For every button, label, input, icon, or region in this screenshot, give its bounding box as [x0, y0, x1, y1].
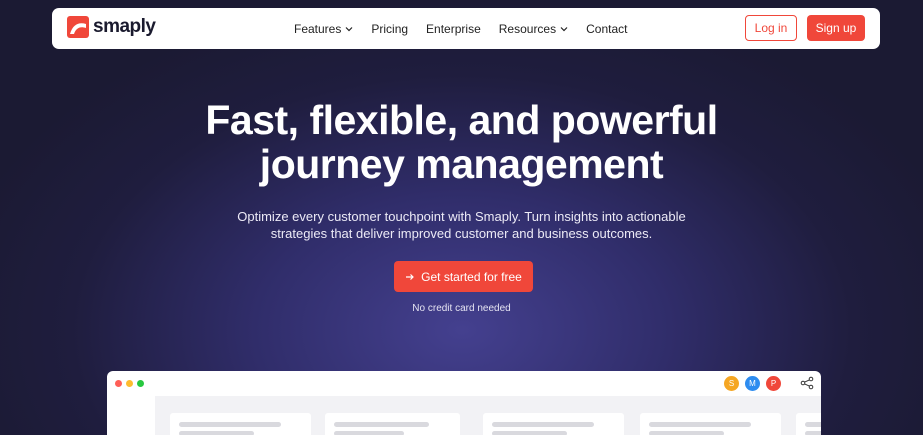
signup-button[interactable]: Sign up — [807, 15, 865, 41]
placeholder-line — [805, 431, 821, 435]
main-nav: Features Pricing Enterprise Resources Co… — [294, 8, 645, 49]
brand-logo[interactable]: smaply — [67, 16, 156, 38]
chevron-down-icon — [560, 26, 568, 31]
login-button[interactable]: Log in — [745, 15, 797, 41]
window-close-dot — [115, 380, 122, 387]
journey-canvas — [155, 396, 821, 435]
nav-item-label: Contact — [586, 21, 628, 36]
nav-item-label: Enterprise — [426, 21, 481, 36]
placeholder-line — [179, 422, 281, 427]
hero-title: Fast, flexible, and powerful journey man… — [0, 98, 923, 186]
hero-subtitle: Optimize every customer touchpoint with … — [0, 208, 923, 242]
journey-card[interactable] — [640, 413, 781, 435]
journey-card[interactable] — [325, 413, 460, 435]
avatar[interactable]: M — [745, 376, 760, 391]
no-credit-card-note: No credit card needed — [412, 303, 511, 314]
share-icon[interactable] — [800, 376, 814, 390]
hero-title-line-1: Fast, flexible, and powerful — [205, 97, 718, 143]
nav-item-features[interactable]: Features — [294, 22, 353, 36]
nav-item-contact[interactable]: Contact — [586, 22, 627, 36]
window-maximize-dot — [137, 380, 144, 387]
avatar[interactable]: S — [724, 376, 739, 391]
get-started-button[interactable]: Get started for free — [394, 261, 533, 292]
smaply-logo-icon — [67, 16, 89, 38]
journey-card[interactable] — [483, 413, 624, 435]
placeholder-line — [334, 431, 404, 435]
avatar[interactable]: P — [766, 376, 781, 391]
chevron-down-icon — [345, 26, 353, 31]
placeholder-line — [649, 422, 751, 427]
app-sidebar — [107, 396, 155, 435]
nav-item-pricing[interactable]: Pricing — [371, 22, 408, 36]
nav-item-resources[interactable]: Resources — [499, 22, 568, 36]
placeholder-line — [492, 431, 567, 435]
collaborator-avatars: S M P — [724, 376, 781, 391]
hero-subtitle-line-1: Optimize every customer touchpoint with … — [237, 209, 686, 224]
hero-subtitle-line-2: strategies that deliver improved custome… — [270, 226, 653, 241]
window-controls — [115, 380, 144, 387]
nav-item-label: Features — [294, 21, 342, 36]
nav-item-label: Resources — [498, 21, 557, 36]
brand-name: smaply — [93, 16, 156, 37]
top-navbar: smaply Features Pricing Enterprise Resou… — [52, 8, 880, 49]
window-minimize-dot — [126, 380, 133, 387]
placeholder-line — [492, 422, 594, 427]
arrow-right-icon — [406, 273, 414, 280]
placeholder-line — [179, 431, 254, 435]
get-started-label: Get started for free — [421, 269, 522, 284]
journey-card[interactable] — [796, 413, 821, 435]
app-preview-window: S M P — [107, 371, 821, 435]
nav-item-enterprise[interactable]: Enterprise — [426, 22, 481, 36]
hero-title-line-2: journey management — [259, 141, 664, 187]
nav-item-label: Pricing — [371, 21, 409, 36]
placeholder-line — [649, 431, 724, 435]
journey-card[interactable] — [170, 413, 311, 435]
placeholder-line — [334, 422, 429, 427]
placeholder-line — [805, 422, 821, 427]
